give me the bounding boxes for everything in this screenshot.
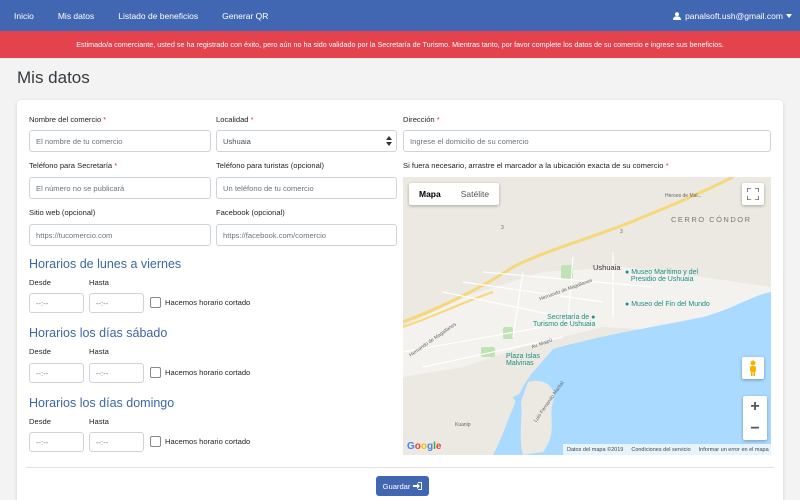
direccion-input[interactable] (403, 130, 771, 152)
map-footer: Datos del mapa ©2019 Condiciones del ser… (563, 444, 771, 455)
saturday-hasta-label: Hasta (89, 347, 109, 356)
map-terms-link[interactable]: Condiciones del servicio (631, 447, 690, 453)
sunday-hasta-input[interactable]: --:-- (89, 432, 144, 452)
zoom-in-button[interactable]: + (750, 396, 759, 418)
map-pin-icon: ● (625, 301, 630, 308)
map-instruction-label: Si fuera necesario, arrastre el marcador… (403, 161, 669, 170)
saturday-hasta-input[interactable]: --:-- (89, 363, 144, 383)
chevron-down-icon (786, 13, 792, 18)
sitio-web-label: Sitio web (opcional) (29, 208, 96, 217)
map-type-control: Mapa Satélite (409, 183, 500, 205)
weekdays-cortado-label: Hacemos horario cortado (165, 298, 251, 307)
nav-mis-datos[interactable]: Mis datos (52, 11, 94, 21)
alert-text: Estimado/a comerciante, usted se ha regi… (76, 40, 724, 49)
map-poi-museo-maritimo: ● Museo Marítimo y del Presidio de Ushua… (625, 269, 699, 283)
location-map[interactable]: Mapa Satélite CERRO CÓNDOR Heroes de Mal… (403, 177, 771, 455)
map-pin-icon: ● (625, 269, 630, 276)
fullscreen-icon (747, 188, 759, 200)
nombre-input[interactable] (29, 130, 211, 152)
saturday-cortado-checkbox[interactable] (150, 367, 161, 378)
tel-secretaria-label: Teléfono para Secretaría * (29, 161, 118, 170)
fullscreen-button[interactable] (742, 183, 764, 205)
map-pin-icon: ● (591, 314, 596, 321)
form-divider (26, 467, 774, 468)
map-label-area: CERRO CÓNDOR (671, 215, 752, 224)
pegman-icon (750, 360, 756, 376)
zoom-out-button[interactable]: − (750, 418, 759, 440)
map-poi-museo-fin: ● Museo del Fin del Mundo (625, 301, 710, 308)
validation-alert: Estimado/a comerciante, usted se ha regi… (0, 31, 800, 58)
sunday-desde-label: Desde (29, 417, 51, 426)
weekdays-desde-input[interactable]: --:-- (29, 293, 84, 313)
page-title: Mis datos (17, 68, 90, 87)
localidad-value: Ushuaia (223, 136, 251, 146)
streetview-pegman[interactable] (742, 357, 764, 379)
save-button[interactable]: Guardar (376, 476, 429, 496)
save-button-label: Guardar (382, 481, 411, 491)
nombre-label: Nombre del comercio * (29, 115, 107, 124)
sign-in-icon (413, 482, 423, 490)
schedule-weekdays-title: Horarios de lunes a viernes (29, 257, 182, 271)
tel-secretaria-input[interactable] (29, 177, 211, 199)
saturday-desde-label: Desde (29, 347, 51, 356)
nav-listado-beneficios[interactable]: Listado de beneficios (112, 11, 198, 21)
schedule-sunday-title: Horarios los días domingo (29, 396, 175, 410)
saturday-cortado-label: Hacemos horario cortado (165, 368, 251, 377)
sunday-hasta-label: Hasta (89, 417, 109, 426)
sunday-cortado-checkbox[interactable] (150, 436, 161, 447)
map-poi-secretaria: Secretaría de ● Turismo de Ushuaia (533, 314, 596, 328)
map-label-road1: Heroes de Mal... (665, 193, 702, 199)
google-logo: Google (407, 441, 442, 452)
facebook-input[interactable] (216, 224, 397, 246)
map-report-link[interactable]: Informar un error en el mapa (699, 447, 769, 453)
user-menu[interactable]: panalsoft.ush@gmail.com (673, 11, 792, 21)
direccion-label: Dirección * (403, 115, 440, 124)
localidad-select[interactable]: Ushuaia (216, 130, 397, 152)
user-icon (673, 11, 682, 20)
sunday-desde-input[interactable]: --:-- (29, 432, 84, 452)
weekdays-hasta-label: Hasta (89, 278, 109, 287)
schedule-saturday-title: Horarios los días sábado (29, 326, 168, 340)
map-poi-plaza-malvinas: Plaza Islas Malvinas (506, 353, 540, 367)
weekdays-desde-label: Desde (29, 278, 51, 287)
map-label-route3b: 3 (620, 229, 623, 235)
nav-inicio[interactable]: Inicio (8, 11, 34, 21)
zoom-control: + − (743, 396, 767, 440)
map-label-road6: Kuanip (455, 422, 471, 428)
sunday-cortado-label: Hacemos horario cortado (165, 437, 251, 446)
saturday-desde-input[interactable]: --:-- (29, 363, 84, 383)
weekdays-hasta-input[interactable]: --:-- (89, 293, 144, 313)
top-navbar: Inicio Mis datos Listado de beneficios G… (0, 0, 800, 31)
tel-turistas-label: Teléfono para turistas (opcional) (216, 161, 325, 170)
weekdays-cortado-checkbox[interactable] (150, 297, 161, 308)
facebook-label: Facebook (opcional) (216, 208, 285, 217)
user-email: panalsoft.ush@gmail.com (685, 10, 783, 21)
map-type-satellite[interactable]: Satélite (451, 183, 499, 205)
map-data-credit: Datos del mapa ©2019 (567, 446, 624, 453)
sitio-web-input[interactable] (29, 224, 211, 246)
map-label-city: Ushuaia (593, 263, 621, 272)
localidad-label: Localidad * (216, 115, 254, 124)
map-type-map[interactable]: Mapa (409, 183, 451, 205)
nav-generar-qr[interactable]: Generar QR (216, 11, 268, 21)
select-arrows-icon (386, 136, 392, 146)
map-label-route3: 3 (501, 225, 504, 231)
tel-turistas-input[interactable] (216, 177, 397, 199)
